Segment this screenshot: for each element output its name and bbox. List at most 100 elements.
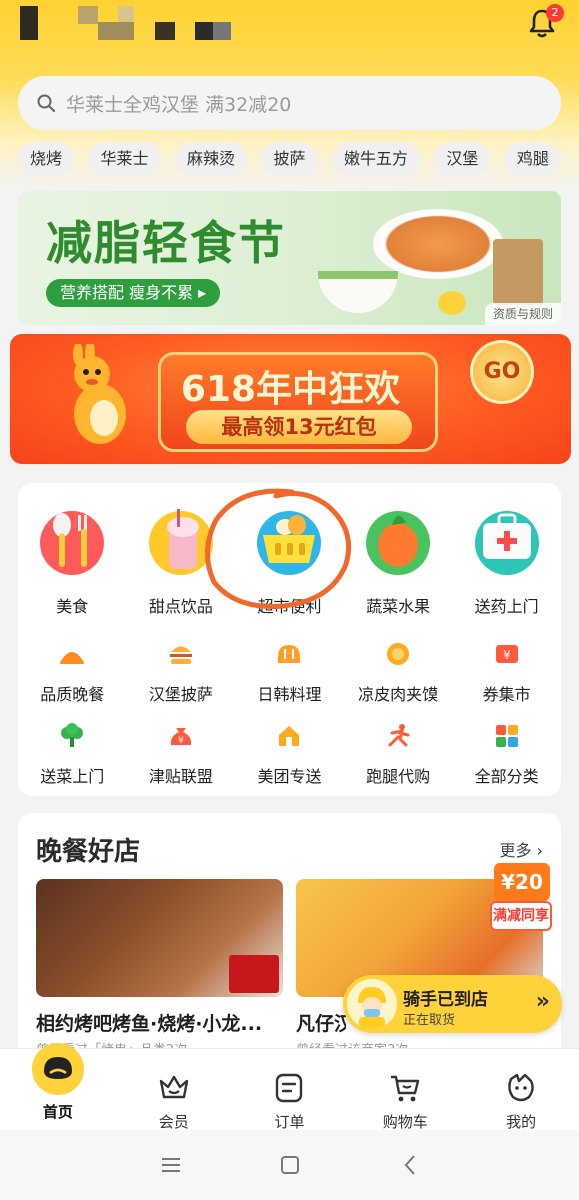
- tab-orders[interactable]: 订单: [232, 1049, 348, 1131]
- tab-label: 会员: [158, 1113, 189, 1131]
- category-label: 美食: [56, 597, 89, 616]
- category-food[interactable]: 美食: [18, 505, 127, 616]
- category-label: 送药上门: [474, 597, 539, 616]
- category-label: 美团专送: [257, 767, 322, 786]
- category-all[interactable]: 全部分类: [452, 723, 561, 786]
- light-meal-banner[interactable]: 减脂轻食节 营养搭配 瘦身不累 ▸ 资质与规则: [18, 191, 561, 325]
- bread-icon: [278, 645, 301, 663]
- shop-logo: [229, 955, 279, 993]
- grid-icon: [495, 725, 518, 747]
- category-japanese-korean[interactable]: 日韩料理: [235, 641, 344, 704]
- runner-icon: [388, 724, 410, 747]
- hand-drawn-circle-annotation: [204, 488, 352, 609]
- bottom-tab-bar: 首页 会员 订单 购物车 我的: [0, 1043, 579, 1131]
- category-label: 跑腿代购: [366, 767, 431, 786]
- category-label: 汉堡披萨: [148, 685, 213, 704]
- battery-pixel-block: [213, 22, 231, 40]
- banner-title: 减脂轻食节: [46, 216, 286, 270]
- rider-avatar-icon: [347, 979, 397, 1029]
- chip-wallace[interactable]: 华莱士: [88, 142, 161, 176]
- svg-text:¥: ¥: [178, 736, 184, 746]
- category-vegetables[interactable]: 蔬菜水果: [344, 505, 453, 616]
- category-meituan-delivery[interactable]: 美团专送: [235, 723, 344, 786]
- rider-status-title: 骑手已到店: [403, 990, 488, 1010]
- category-coupon-market[interactable]: ¥ 券集市: [452, 641, 561, 704]
- tab-home[interactable]: 首页: [0, 1043, 116, 1130]
- category-label: 蔬菜水果: [366, 597, 431, 616]
- burger-icon: [169, 646, 192, 664]
- search-bar[interactable]: 华莱士全鸡汉堡 满32减20: [18, 76, 561, 130]
- shop-name[interactable]: 相约烤吧烤鱼·烧烤·小龙...: [36, 1009, 286, 1036]
- qualification-rules-link[interactable]: 资质与规则: [484, 303, 561, 325]
- profile-icon: [508, 1073, 534, 1102]
- order-icon: [276, 1073, 303, 1103]
- battery-pixel-block: [195, 22, 213, 40]
- money-bag-icon: ¥: [170, 728, 191, 746]
- go-button[interactable]: GO: [470, 340, 534, 404]
- salmon-plate-image: [373, 209, 503, 279]
- dinner-icon: [60, 652, 85, 664]
- coupon-label: 满减同享: [490, 901, 552, 931]
- more-link[interactable]: 更多 ›: [500, 837, 544, 861]
- tab-member[interactable]: 会员: [116, 1049, 232, 1131]
- category-label: 送菜上门: [40, 767, 105, 786]
- tab-profile[interactable]: 我的: [463, 1049, 579, 1131]
- search-icon: [37, 94, 56, 113]
- crown-icon: [159, 1075, 188, 1099]
- menu-icon[interactable]: [156, 1152, 186, 1178]
- category-label: 凉皮肉夹馍: [358, 685, 439, 704]
- tab-label: 订单: [274, 1113, 305, 1131]
- banner-slogan: 营养搭配 瘦身不累 ▸: [46, 279, 221, 307]
- chip-crunchwrap[interactable]: 嫩牛五方: [331, 142, 420, 176]
- chip-drumstick[interactable]: 鸡腿: [504, 142, 561, 176]
- tab-label: 首页: [42, 1103, 73, 1121]
- medkit-icon: [474, 511, 539, 575]
- home-face-icon: [32, 1043, 84, 1095]
- home-square-icon[interactable]: [275, 1152, 305, 1178]
- category-errand[interactable]: 跑腿代购: [344, 723, 453, 786]
- category-burger-pizza[interactable]: 汉堡披萨: [127, 641, 236, 704]
- section-title: 晚餐好店: [36, 837, 141, 867]
- category-grocery-delivery[interactable]: 送菜上门: [18, 723, 127, 786]
- system-navigation-bar: [0, 1130, 579, 1200]
- promo-subtitle: 最高领13元红包: [186, 410, 412, 444]
- chip-malatang[interactable]: 麻辣烫: [174, 142, 247, 176]
- shop-name[interactable]: 凡仔汉: [296, 1009, 346, 1036]
- status-bar: 2: [0, 0, 579, 58]
- notification-badge: 2: [546, 4, 564, 22]
- promo-618-banner[interactable]: 618年中狂欢 最高领13元红包 GO: [10, 334, 571, 464]
- carrier-pixel-block: [20, 6, 38, 40]
- tab-label: 购物车: [382, 1113, 428, 1131]
- time-pixel-block: [78, 6, 98, 24]
- category-label: 券集市: [482, 685, 531, 704]
- salad-bowl-image: [318, 271, 398, 313]
- coupon-icon: ¥: [495, 645, 518, 663]
- chip-pizza[interactable]: 披萨: [261, 142, 318, 176]
- tab-cart[interactable]: 购物车: [347, 1049, 463, 1131]
- time-pixel-block: [118, 6, 134, 22]
- chip-burger[interactable]: 汉堡: [434, 142, 491, 176]
- chip-bbq[interactable]: 烧烤: [18, 142, 75, 176]
- vegetable-icon: [61, 723, 84, 747]
- rider-status-card[interactable]: 骑手已到店 正在取货 »: [343, 975, 562, 1033]
- category-label: 全部分类: [474, 767, 539, 786]
- category-quality-dinner[interactable]: 品质晚餐: [18, 641, 127, 704]
- coupon-amount: ¥20: [494, 863, 550, 901]
- category-liangpi-roujiamo[interactable]: 凉皮肉夹馍: [344, 641, 453, 704]
- back-icon[interactable]: [396, 1152, 426, 1178]
- category-row-tertiary: 送菜上门 ¥ 津贴联盟 美团专送 跑腿代购 全部分类: [18, 723, 561, 786]
- discount-badge: ¥20 满减同享: [490, 863, 552, 935]
- category-medicine[interactable]: 送药上门: [452, 505, 561, 616]
- tab-label: 我的: [506, 1113, 537, 1131]
- lemon-image: [438, 291, 466, 315]
- paper-bag-image: [493, 239, 543, 305]
- bun-icon: [387, 643, 410, 665]
- svg-text:¥: ¥: [503, 648, 511, 662]
- cart-icon: [391, 1075, 420, 1102]
- utensils-icon: [40, 511, 105, 575]
- double-chevron-icon: »: [535, 989, 550, 1014]
- delivery-icon: [279, 726, 300, 746]
- rider-status-subtitle: 正在取货: [403, 1013, 456, 1028]
- category-subsidy-alliance[interactable]: ¥ 津贴联盟: [127, 723, 236, 786]
- shop-image-bbq[interactable]: [36, 879, 283, 997]
